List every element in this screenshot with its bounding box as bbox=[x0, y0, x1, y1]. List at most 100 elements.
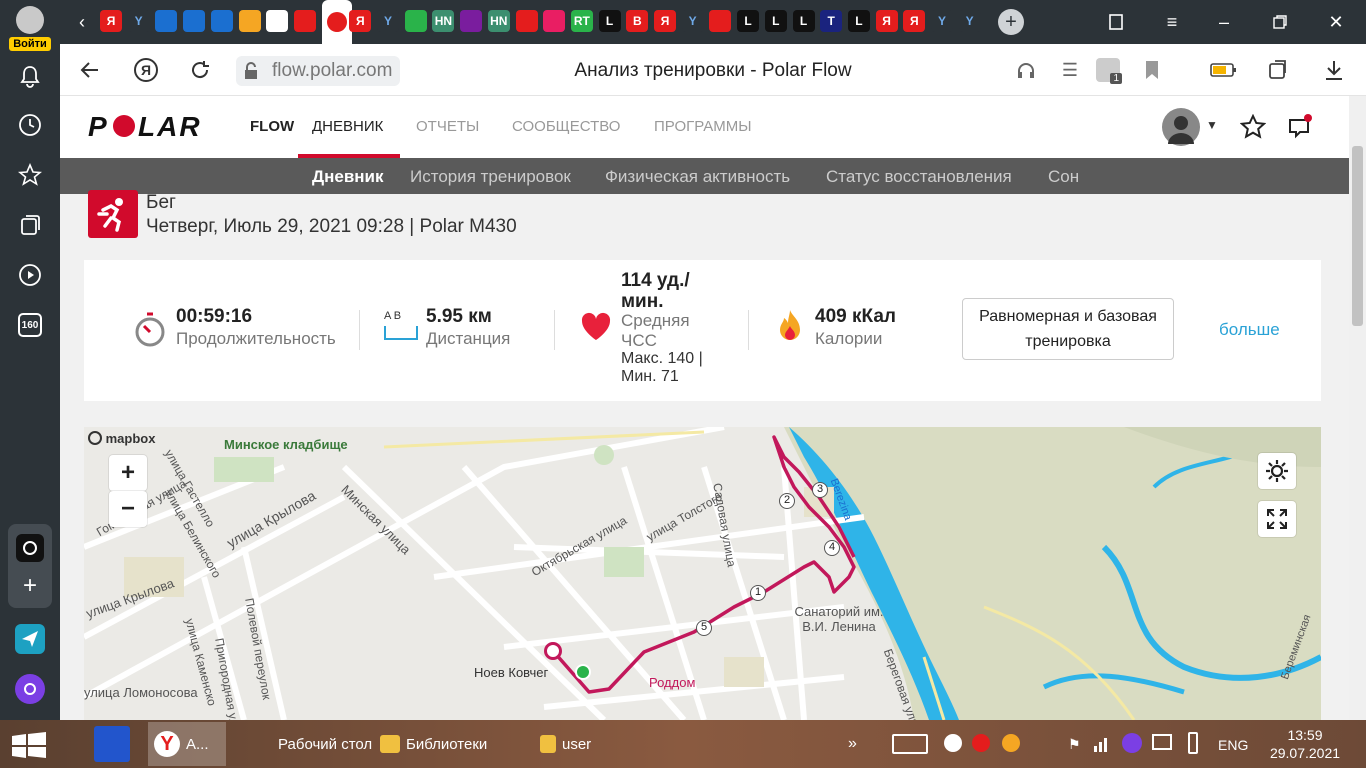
tray-app-icon[interactable] bbox=[1002, 734, 1020, 752]
route-km-marker[interactable]: 2 bbox=[779, 493, 795, 509]
browser-tab[interactable] bbox=[266, 10, 289, 32]
bookmark-icon[interactable] bbox=[1138, 56, 1166, 84]
fullscreen-icon[interactable] bbox=[1258, 501, 1296, 537]
browser-tab[interactable]: L bbox=[764, 10, 787, 32]
map-settings-icon[interactable] bbox=[1258, 453, 1296, 489]
route-start-marker[interactable] bbox=[575, 664, 591, 680]
alice-icon[interactable] bbox=[15, 674, 45, 704]
browser-tab[interactable]: L bbox=[737, 10, 760, 32]
browser-tab[interactable]: Я bbox=[654, 10, 676, 32]
browser-tab[interactable]: RT bbox=[570, 10, 593, 32]
browser-tab[interactable] bbox=[155, 10, 178, 32]
reload-icon[interactable] bbox=[186, 56, 214, 84]
browser-tab[interactable]: Y bbox=[958, 10, 981, 32]
news-160-icon[interactable]: 160 bbox=[15, 310, 45, 340]
bell-icon[interactable] bbox=[15, 62, 45, 92]
browser-tab[interactable]: Y bbox=[377, 10, 399, 32]
history-icon[interactable] bbox=[15, 110, 45, 140]
nav-item-3[interactable]: СООБЩЕСТВО bbox=[512, 118, 620, 135]
tray-block-icon[interactable] bbox=[972, 734, 990, 752]
route-km-marker[interactable]: 5 bbox=[696, 620, 712, 636]
messenger-icon[interactable] bbox=[15, 624, 45, 654]
route-end-marker[interactable] bbox=[544, 642, 562, 660]
downloads-panel-icon[interactable] bbox=[1264, 56, 1292, 84]
user-menu-chevron-icon[interactable]: ▼ bbox=[1206, 118, 1218, 132]
taskbar-user[interactable]: user bbox=[540, 728, 591, 760]
browser-tab[interactable]: Я bbox=[875, 10, 898, 32]
zoom-out-button[interactable]: − bbox=[109, 491, 147, 527]
browser-tab[interactable]: B bbox=[626, 10, 649, 32]
extension-badge-icon[interactable]: 1 bbox=[1094, 56, 1122, 84]
route-km-marker[interactable]: 4 bbox=[824, 540, 840, 556]
alice-extension-icon[interactable] bbox=[16, 534, 44, 562]
browser-tab[interactable] bbox=[404, 10, 427, 32]
mapbox-attribution[interactable]: mapbox bbox=[88, 431, 155, 446]
taskbar-overflow-icon[interactable]: » bbox=[848, 728, 857, 760]
nav-item-1[interactable]: ДНЕВНИК bbox=[312, 118, 383, 135]
signal-icon[interactable] bbox=[1094, 734, 1110, 757]
browser-tab[interactable]: HN bbox=[487, 10, 510, 32]
browser-tab[interactable]: Y bbox=[681, 10, 704, 32]
taskbar-desktop[interactable]: Рабочий стол bbox=[278, 728, 372, 760]
browser-tab[interactable] bbox=[293, 10, 316, 32]
route-map[interactable]: 12345 Минское кладбище улица Гастелло улиц… bbox=[84, 427, 1321, 720]
taskbar-libraries[interactable]: Библиотеки bbox=[380, 728, 487, 760]
browser-tab[interactable] bbox=[210, 10, 233, 32]
user-avatar[interactable] bbox=[1162, 108, 1200, 146]
browser-tab[interactable]: Я bbox=[100, 10, 122, 32]
subnav-item-2[interactable]: История тренировок bbox=[410, 167, 571, 187]
url-field[interactable]: flow.polar.com bbox=[236, 56, 401, 86]
flag-icon[interactable]: ⚑ bbox=[1068, 736, 1081, 753]
lock-icon[interactable] bbox=[242, 62, 260, 80]
tray-yandex-icon[interactable] bbox=[944, 734, 962, 752]
new-tab-button[interactable]: + bbox=[998, 9, 1024, 35]
viber-icon[interactable] bbox=[1122, 733, 1142, 753]
scrollbar-thumb[interactable] bbox=[1352, 146, 1363, 326]
browser-tab[interactable]: L bbox=[792, 10, 815, 32]
bookmarks-icon[interactable] bbox=[15, 160, 45, 190]
language-indicator[interactable]: ENG bbox=[1218, 737, 1248, 753]
browser-tab[interactable] bbox=[238, 10, 261, 32]
back-icon[interactable] bbox=[76, 56, 104, 84]
battery-icon[interactable] bbox=[1188, 732, 1198, 754]
browser-tab[interactable]: Я bbox=[903, 10, 926, 32]
save-app-icon[interactable] bbox=[94, 726, 130, 762]
favorite-star-icon[interactable] bbox=[1239, 113, 1267, 145]
menu-icon[interactable]: ≡ bbox=[1158, 8, 1186, 36]
login-button[interactable]: Войти bbox=[6, 6, 54, 52]
taskbar-yandex-window[interactable]: Y А... bbox=[148, 722, 226, 766]
video-icon[interactable] bbox=[15, 260, 45, 290]
browser-tab[interactable] bbox=[321, 0, 352, 44]
windows-start-icon[interactable] bbox=[12, 732, 46, 763]
sync-notification-icon[interactable] bbox=[1286, 112, 1314, 145]
browser-tab[interactable]: Я bbox=[349, 10, 372, 32]
page-scrollbar[interactable] bbox=[1349, 96, 1366, 720]
subnav-item-3[interactable]: Физическая активность bbox=[605, 167, 790, 187]
restore-icon[interactable] bbox=[1266, 8, 1294, 36]
route-km-marker[interactable]: 1 bbox=[750, 585, 766, 601]
collections-icon[interactable] bbox=[15, 210, 45, 240]
browser-tab[interactable] bbox=[543, 10, 566, 32]
route-km-marker[interactable]: 3 bbox=[812, 482, 828, 498]
subnav-item-1[interactable]: Дневник bbox=[312, 167, 384, 187]
tab-manager-icon[interactable] bbox=[1102, 8, 1130, 36]
tabs-back-icon[interactable]: ‹ bbox=[68, 8, 96, 36]
browser-tab[interactable] bbox=[709, 10, 732, 32]
subnav-item-5[interactable]: Сон bbox=[1048, 167, 1079, 187]
browser-tab[interactable] bbox=[183, 10, 206, 32]
add-extension-icon[interactable]: + bbox=[16, 572, 44, 600]
browser-tab[interactable]: HN bbox=[432, 10, 455, 32]
browser-tab[interactable] bbox=[460, 10, 483, 32]
close-window-icon[interactable]: ✕ bbox=[1322, 8, 1350, 36]
zoom-in-button[interactable]: + bbox=[109, 455, 147, 491]
browser-tab[interactable]: Y bbox=[127, 10, 150, 32]
polar-logo[interactable]: P LAR bbox=[88, 111, 230, 147]
browser-tab[interactable] bbox=[515, 10, 538, 32]
keyboard-icon[interactable] bbox=[892, 734, 928, 754]
subnav-item-4[interactable]: Статус восстановления bbox=[826, 167, 1012, 187]
reader-mode-icon[interactable]: ☰ bbox=[1056, 56, 1084, 84]
training-benefit-button[interactable]: Равномерная и базовая тренировка bbox=[962, 298, 1174, 360]
browser-tab[interactable]: L bbox=[847, 10, 870, 32]
browser-tab[interactable]: Y bbox=[931, 10, 953, 32]
system-clock[interactable]: 13:59 29.07.2021 bbox=[1268, 726, 1342, 762]
